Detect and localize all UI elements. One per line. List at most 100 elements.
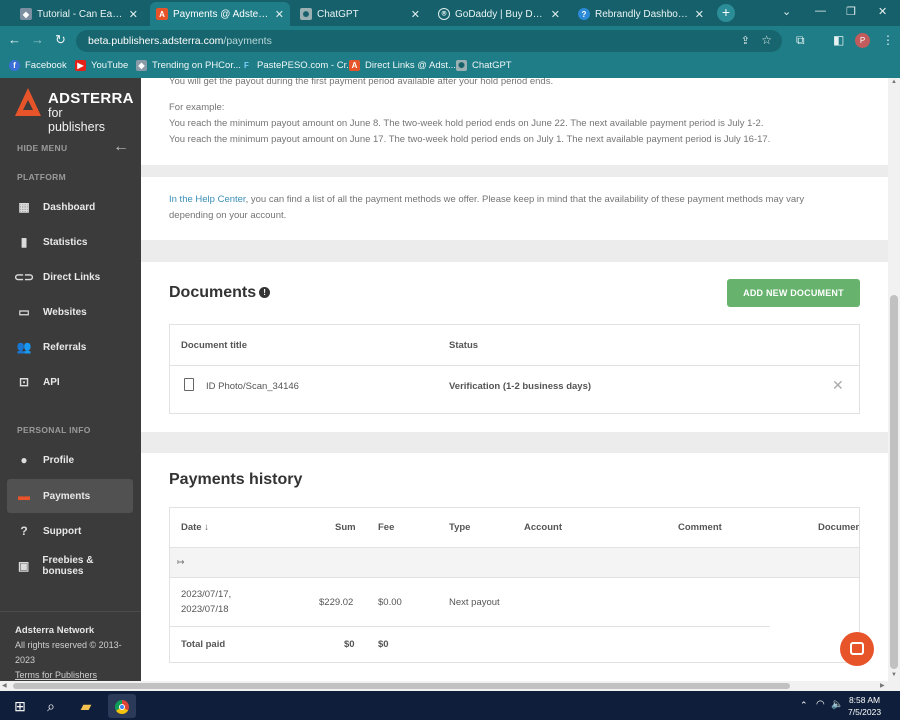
close-window-icon[interactable]: ✕ [878, 5, 887, 18]
column-sum: Sum [335, 522, 356, 533]
chatgpt-favicon-icon: ✺ [300, 8, 312, 20]
close-tab-icon[interactable]: ✕ [275, 8, 284, 21]
hide-menu-button[interactable]: HIDE MENU [17, 143, 67, 153]
sidebar-item-websites[interactable]: ▭ Websites [7, 295, 133, 329]
tab-chatgpt[interactable]: ✺ ChatGPT ✕ [294, 2, 426, 26]
sidebar-item-direct-links[interactable]: ⊂⊃ Direct Links [7, 260, 133, 294]
tray-chevron-icon[interactable]: ⌃ [800, 700, 808, 711]
payout-info-text: You will get the payout during the first… [169, 78, 554, 87]
tab-tutorial[interactable]: ◆ Tutorial - Can Earn Mon ✕ [14, 2, 144, 26]
delete-document-icon[interactable]: ✕ [832, 377, 844, 394]
windows-start-icon[interactable]: ⊞ [10, 696, 30, 716]
bookmark-pastepeso[interactable]: F PastePESO.com - Cr... [241, 60, 354, 71]
browser-menu-icon[interactable]: ⋮ [882, 33, 894, 47]
sidebar-item-freebies[interactable]: ▣ Freebies & bonuses [7, 549, 133, 583]
sidebar-item-profile[interactable]: ● Profile [7, 443, 133, 477]
godaddy-favicon-icon: ⌾ [438, 8, 450, 20]
phcorner-icon: ◆ [136, 60, 147, 71]
example-label: For example: [169, 102, 225, 113]
bookmark-chatgpt[interactable]: ✺ ChatGPT [456, 60, 512, 71]
forward-arrow-icon[interactable]: → [31, 33, 44, 47]
system-clock[interactable]: 8:58 AM 7/5/2023 [848, 694, 881, 718]
restore-icon[interactable]: ❐ [846, 5, 856, 18]
credit-card-icon: ▬ [18, 489, 30, 503]
adsterra-favicon-icon: A [156, 8, 168, 20]
wifi-icon[interactable]: ◠ [816, 699, 825, 710]
document-title-cell: ID Photo/Scan_34146 [206, 381, 299, 392]
scroll-up-icon[interactable]: ▲ [891, 79, 897, 85]
bookmark-star-icon[interactable]: ☆ [761, 33, 772, 47]
sidebar-item-api[interactable]: ⊡ API [7, 365, 133, 399]
help-center-text: In the Help Center, you can find a list … [169, 194, 805, 205]
documents-table: Document title Status ID Photo/Scan_3414… [169, 324, 860, 414]
bookmark-facebook[interactable]: f Facebook [9, 60, 67, 71]
chat-support-button[interactable] [840, 632, 874, 666]
sidebar-item-dashboard[interactable]: ▦ Dashboard [7, 190, 133, 224]
dashboard-grid-icon: ▦ [18, 200, 30, 214]
total-paid-label: Total paid [181, 639, 226, 650]
bookmark-youtube[interactable]: ▶ YouTube [75, 60, 128, 71]
column-date[interactable]: Date ↓ [181, 522, 209, 533]
payment-type-cell: Next payout [449, 597, 500, 608]
bookmark-phcorner[interactable]: ◆ Trending on PHCor... [136, 60, 241, 71]
file-explorer-icon[interactable]: ▰ [76, 696, 96, 716]
example-text-1: You reach the minimum payout amount on J… [169, 118, 764, 129]
help-center-text-2: depending on your account. [169, 210, 287, 221]
reload-icon[interactable]: ↻ [55, 33, 66, 47]
scroll-left-icon[interactable]: ◀ [2, 682, 7, 689]
close-tab-icon[interactable]: ✕ [129, 8, 138, 21]
extensions-puzzle-icon[interactable]: ⧉ [796, 33, 805, 48]
help-center-card: In the Help Center, you can find a list … [141, 177, 888, 240]
tab-rebrandly[interactable]: ? Rebrandly Dashboard ✕ [572, 2, 710, 26]
tab-search-chevron-icon[interactable]: ⌄ [782, 5, 791, 18]
sidebar: ADSTERRA for publishers HIDE MENU ← PLAT… [0, 78, 141, 681]
collapse-arrow-icon[interactable]: ← [113, 138, 129, 156]
volume-icon[interactable]: 🔈 [831, 699, 843, 710]
minimize-icon[interactable]: — [815, 5, 826, 17]
bookmark-direct-links[interactable]: A Direct Links @ Adst... [349, 60, 456, 71]
main-content: You will get the payout during the first… [141, 78, 888, 681]
horizontal-scrollbar[interactable]: ◀ ▶ [0, 681, 900, 691]
column-fee: Fee [378, 522, 395, 533]
tab-title: Tutorial - Can Earn Mon [37, 8, 123, 20]
brand-subtitle: for publishers [48, 106, 105, 134]
profile-icon: ● [20, 453, 28, 467]
side-panel-icon[interactable]: ◧ [833, 33, 844, 47]
payments-history-card: Payments history Date ↓ Sum Fee Type Acc… [141, 453, 888, 681]
profile-avatar[interactable]: P [855, 33, 870, 48]
column-documents: Documen [818, 522, 860, 533]
address-bar[interactable]: beta.publishers.adsterra.com/payments ⇪ … [76, 30, 782, 52]
url-host: beta.publishers.adsterra.com [88, 35, 224, 47]
scroll-right-icon[interactable]: ▶ [880, 682, 885, 689]
horizontal-scroll-thumb[interactable] [13, 683, 790, 689]
column-document-title: Document title [181, 340, 247, 351]
tab-payments-adsterra[interactable]: A Payments @ Adsterra ✕ [150, 2, 290, 26]
tab-title: ChatGPT [317, 8, 359, 20]
new-tab-button[interactable]: + [717, 4, 735, 22]
close-tab-icon[interactable]: ✕ [551, 8, 560, 21]
back-arrow-icon[interactable]: ← [8, 33, 21, 47]
vertical-scrollbar[interactable]: ▲ ▼ [888, 78, 900, 681]
expand-width-icon[interactable]: ↦ [177, 557, 185, 568]
add-new-document-button[interactable]: ADD NEW DOCUMENT [727, 279, 860, 307]
users-icon: 👥 [16, 340, 32, 354]
chatgpt-icon: ✺ [456, 60, 467, 71]
close-tab-icon[interactable]: ✕ [695, 8, 704, 21]
close-tab-icon[interactable]: ✕ [411, 8, 420, 21]
url-path: /payments [223, 35, 272, 47]
vertical-scroll-thumb[interactable] [890, 295, 898, 669]
payout-info-card: You will get the payout during the first… [141, 78, 888, 165]
search-icon[interactable]: ⌕ [41, 696, 61, 716]
sidebar-item-support[interactable]: ? Support [7, 514, 133, 548]
chrome-taskbar-icon[interactable] [108, 694, 136, 718]
payments-history-title: Payments history [169, 471, 303, 488]
tab-godaddy[interactable]: ⌾ GoDaddy | Buy Domain ✕ [432, 2, 566, 26]
sidebar-item-statistics[interactable]: ▮ Statistics [7, 225, 133, 259]
sidebar-item-referrals[interactable]: 👥 Referrals [7, 330, 133, 364]
scroll-down-icon[interactable]: ▼ [891, 672, 897, 678]
share-icon[interactable]: ⇪ [741, 34, 750, 47]
info-icon[interactable]: ! [259, 287, 271, 298]
sidebar-item-payments[interactable]: ▬ Payments [7, 479, 133, 513]
payment-fee-cell: $0.00 [378, 597, 402, 608]
help-center-link[interactable]: In the Help Center [169, 194, 246, 205]
